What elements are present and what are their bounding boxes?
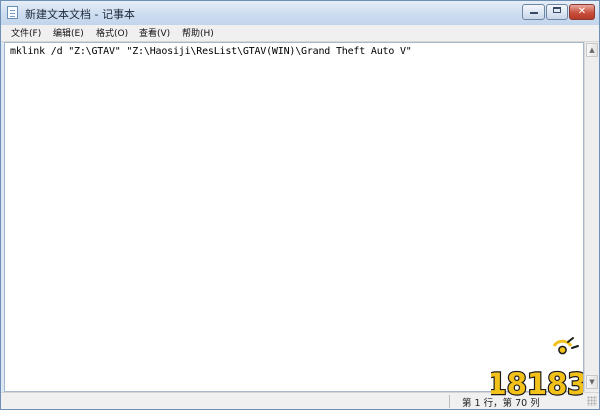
title-bar[interactable]: 新建文本文档 - 记事本 ✕ xyxy=(1,1,599,25)
minimize-button[interactable] xyxy=(522,4,545,20)
watermark-logo: 18183 xyxy=(491,337,583,402)
logo-mark-icon xyxy=(552,337,579,355)
arrow-up-icon: ▲ xyxy=(589,46,595,54)
scroll-down-button[interactable]: ▼ xyxy=(586,375,598,389)
menu-file[interactable]: 文件(F) xyxy=(11,26,41,39)
resize-grip-icon[interactable] xyxy=(587,396,597,406)
vertical-scrollbar[interactable]: ▲ ▼ xyxy=(584,42,599,392)
menu-bar: 文件(F) 编辑(E) 格式(O) 查看(V) 帮助(H) xyxy=(1,25,599,42)
notepad-icon[interactable] xyxy=(7,6,18,19)
maximize-button[interactable] xyxy=(546,4,568,20)
window-title: 新建文本文档 - 记事本 xyxy=(25,8,135,21)
menu-view[interactable]: 查看(V) xyxy=(139,26,170,39)
menu-help[interactable]: 帮助(H) xyxy=(182,26,214,39)
minimize-icon xyxy=(529,12,538,14)
menu-edit[interactable]: 编辑(E) xyxy=(53,26,84,39)
status-divider xyxy=(449,395,450,408)
close-icon: ✕ xyxy=(577,6,587,17)
close-button[interactable]: ✕ xyxy=(569,4,595,20)
scroll-up-button[interactable]: ▲ xyxy=(586,43,598,57)
maximize-icon xyxy=(553,7,561,13)
notepad-window: 新建文本文档 - 记事本 ✕ 文件(F) 编辑(E) 格式(O) 查看(V) 帮… xyxy=(0,0,600,410)
menu-format[interactable]: 格式(O) xyxy=(96,26,128,39)
arrow-down-icon: ▼ xyxy=(589,378,595,386)
watermark-text: 18183 xyxy=(491,367,583,401)
editor-content[interactable]: mklink /d "Z:\GTAV" "Z:\Haosiji\ResList\… xyxy=(10,46,412,57)
